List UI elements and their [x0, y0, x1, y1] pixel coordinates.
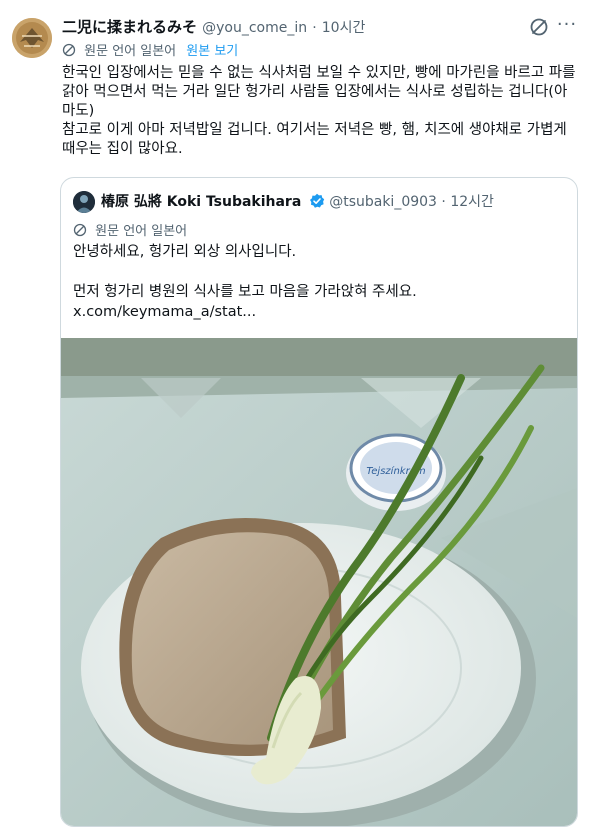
translate-icon — [62, 43, 76, 57]
grok-icon[interactable] — [528, 16, 550, 38]
author-handle[interactable]: @you_come_in — [202, 20, 307, 36]
quote-translate-note: 원문 언어 일본어 — [73, 220, 187, 239]
avatar[interactable] — [12, 18, 52, 58]
quote-timestamp[interactable]: 12시간 — [450, 194, 494, 210]
separator-dot: · — [312, 20, 317, 36]
more-icon[interactable]: ··· — [554, 14, 580, 40]
quoted-tweet[interactable]: 椿原 弘將 Koki Tsubakihara @tsubaki_0903 · 1… — [60, 177, 578, 827]
translate-row: 원문 언어 일본어 원본 보기 — [62, 40, 238, 59]
timestamp[interactable]: 10시간 — [322, 20, 366, 36]
quote-translate-text: 원문 언어 일본어 — [95, 224, 188, 239]
translate-icon — [73, 223, 87, 237]
tweet: 二児に揉まれるみそ @you_come_in · 10시간 ··· 원문 언어 … — [0, 0, 592, 828]
author-name[interactable]: 二児に揉まれるみそ — [62, 18, 197, 36]
quote-avatar[interactable] — [73, 191, 95, 213]
verified-badge-icon — [309, 193, 325, 209]
view-original-link[interactable]: 원본 보기 — [186, 44, 238, 59]
tweet-header: 二児に揉まれるみそ @you_come_in · 10시간 — [62, 16, 542, 38]
quote-author-name[interactable]: 椿原 弘將 Koki Tsubakihara — [101, 194, 301, 210]
quote-separator: · — [441, 194, 446, 210]
quote-author-handle[interactable]: @tsubaki_0903 — [329, 194, 437, 210]
tweet-text: 한국인 입장에서는 믿을 수 없는 식사처럼 보일 수 있지만, 빵에 마가린을… — [62, 65, 576, 157]
meal-photo[interactable]: Tejszínkrém — [61, 338, 577, 826]
quote-text: 안녕하세요, 헝가리 외상 의사입니다. 먼저 헝가리 병원의 식사를 보고 마… — [73, 244, 417, 320]
quote-header: 椿原 弘將 Koki Tsubakihara @tsubaki_0903 · 1… — [101, 191, 494, 211]
translate-note: 원문 언어 일본어 — [84, 44, 177, 59]
